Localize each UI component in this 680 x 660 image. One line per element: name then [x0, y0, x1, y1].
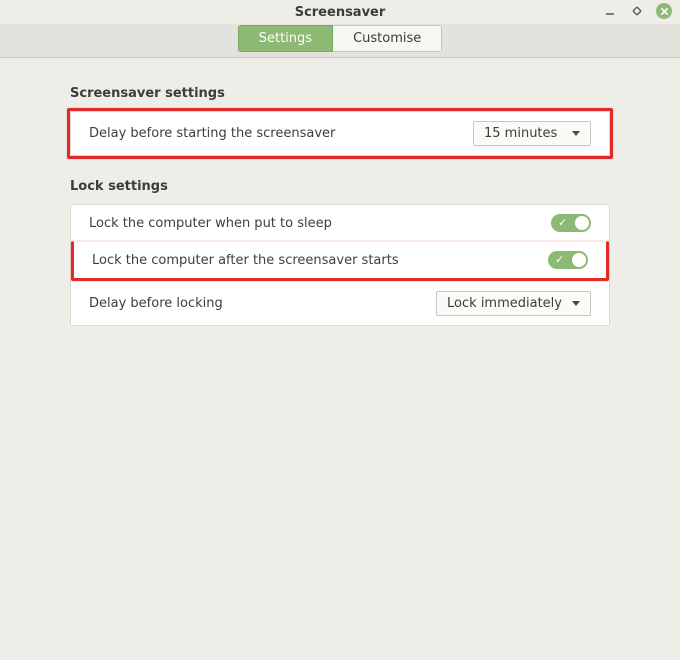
lock-settings-heading: Lock settings — [70, 179, 610, 194]
close-button[interactable] — [656, 3, 672, 19]
delay-start-value: 15 minutes — [484, 126, 557, 141]
caret-down-icon — [572, 301, 580, 306]
close-icon — [660, 7, 669, 16]
delay-start-label: Delay before starting the screensaver — [89, 126, 473, 141]
content-area: Screensaver settings Delay before starti… — [0, 58, 680, 326]
lock-after-ss-toggle[interactable]: ✓ — [548, 251, 588, 269]
delay-lock-dropdown[interactable]: Lock immediately — [436, 291, 591, 316]
window-controls — [602, 3, 672, 19]
delay-lock-value: Lock immediately — [447, 296, 562, 311]
minimize-icon — [605, 6, 615, 16]
row-lock-after-screensaver: Lock the computer after the screensaver … — [71, 241, 609, 281]
minimize-button[interactable] — [602, 3, 618, 19]
toggle-knob — [572, 253, 586, 267]
caret-down-icon — [572, 131, 580, 136]
screensaver-settings-card: Delay before starting the screensaver 15… — [70, 111, 610, 156]
row-lock-sleep: Lock the computer when put to sleep ✓ — [71, 205, 609, 241]
lock-after-ss-label: Lock the computer after the screensaver … — [92, 253, 548, 268]
delay-start-dropdown[interactable]: 15 minutes — [473, 121, 591, 146]
highlight-screensaver-delay: Delay before starting the screensaver 15… — [67, 108, 613, 159]
maximize-icon — [632, 6, 642, 16]
lock-sleep-toggle[interactable]: ✓ — [551, 214, 591, 232]
tab-customise[interactable]: Customise — [333, 25, 442, 52]
maximize-button[interactable] — [629, 3, 645, 19]
lock-settings-card: Lock the computer when put to sleep ✓ Lo… — [70, 204, 610, 326]
tab-settings[interactable]: Settings — [238, 25, 333, 52]
tab-bar: Settings Customise — [0, 24, 680, 58]
screensaver-settings-heading: Screensaver settings — [70, 86, 610, 101]
tabs: Settings Customise — [238, 25, 443, 52]
window-title: Screensaver — [0, 5, 680, 20]
check-icon: ✓ — [555, 253, 564, 267]
row-delay-lock: Delay before locking Lock immediately — [71, 281, 609, 325]
titlebar: Screensaver — [0, 0, 680, 24]
check-icon: ✓ — [558, 216, 567, 230]
delay-lock-label: Delay before locking — [89, 296, 436, 311]
lock-sleep-label: Lock the computer when put to sleep — [89, 216, 551, 231]
toggle-knob — [575, 216, 589, 230]
row-delay-start: Delay before starting the screensaver 15… — [71, 112, 609, 155]
